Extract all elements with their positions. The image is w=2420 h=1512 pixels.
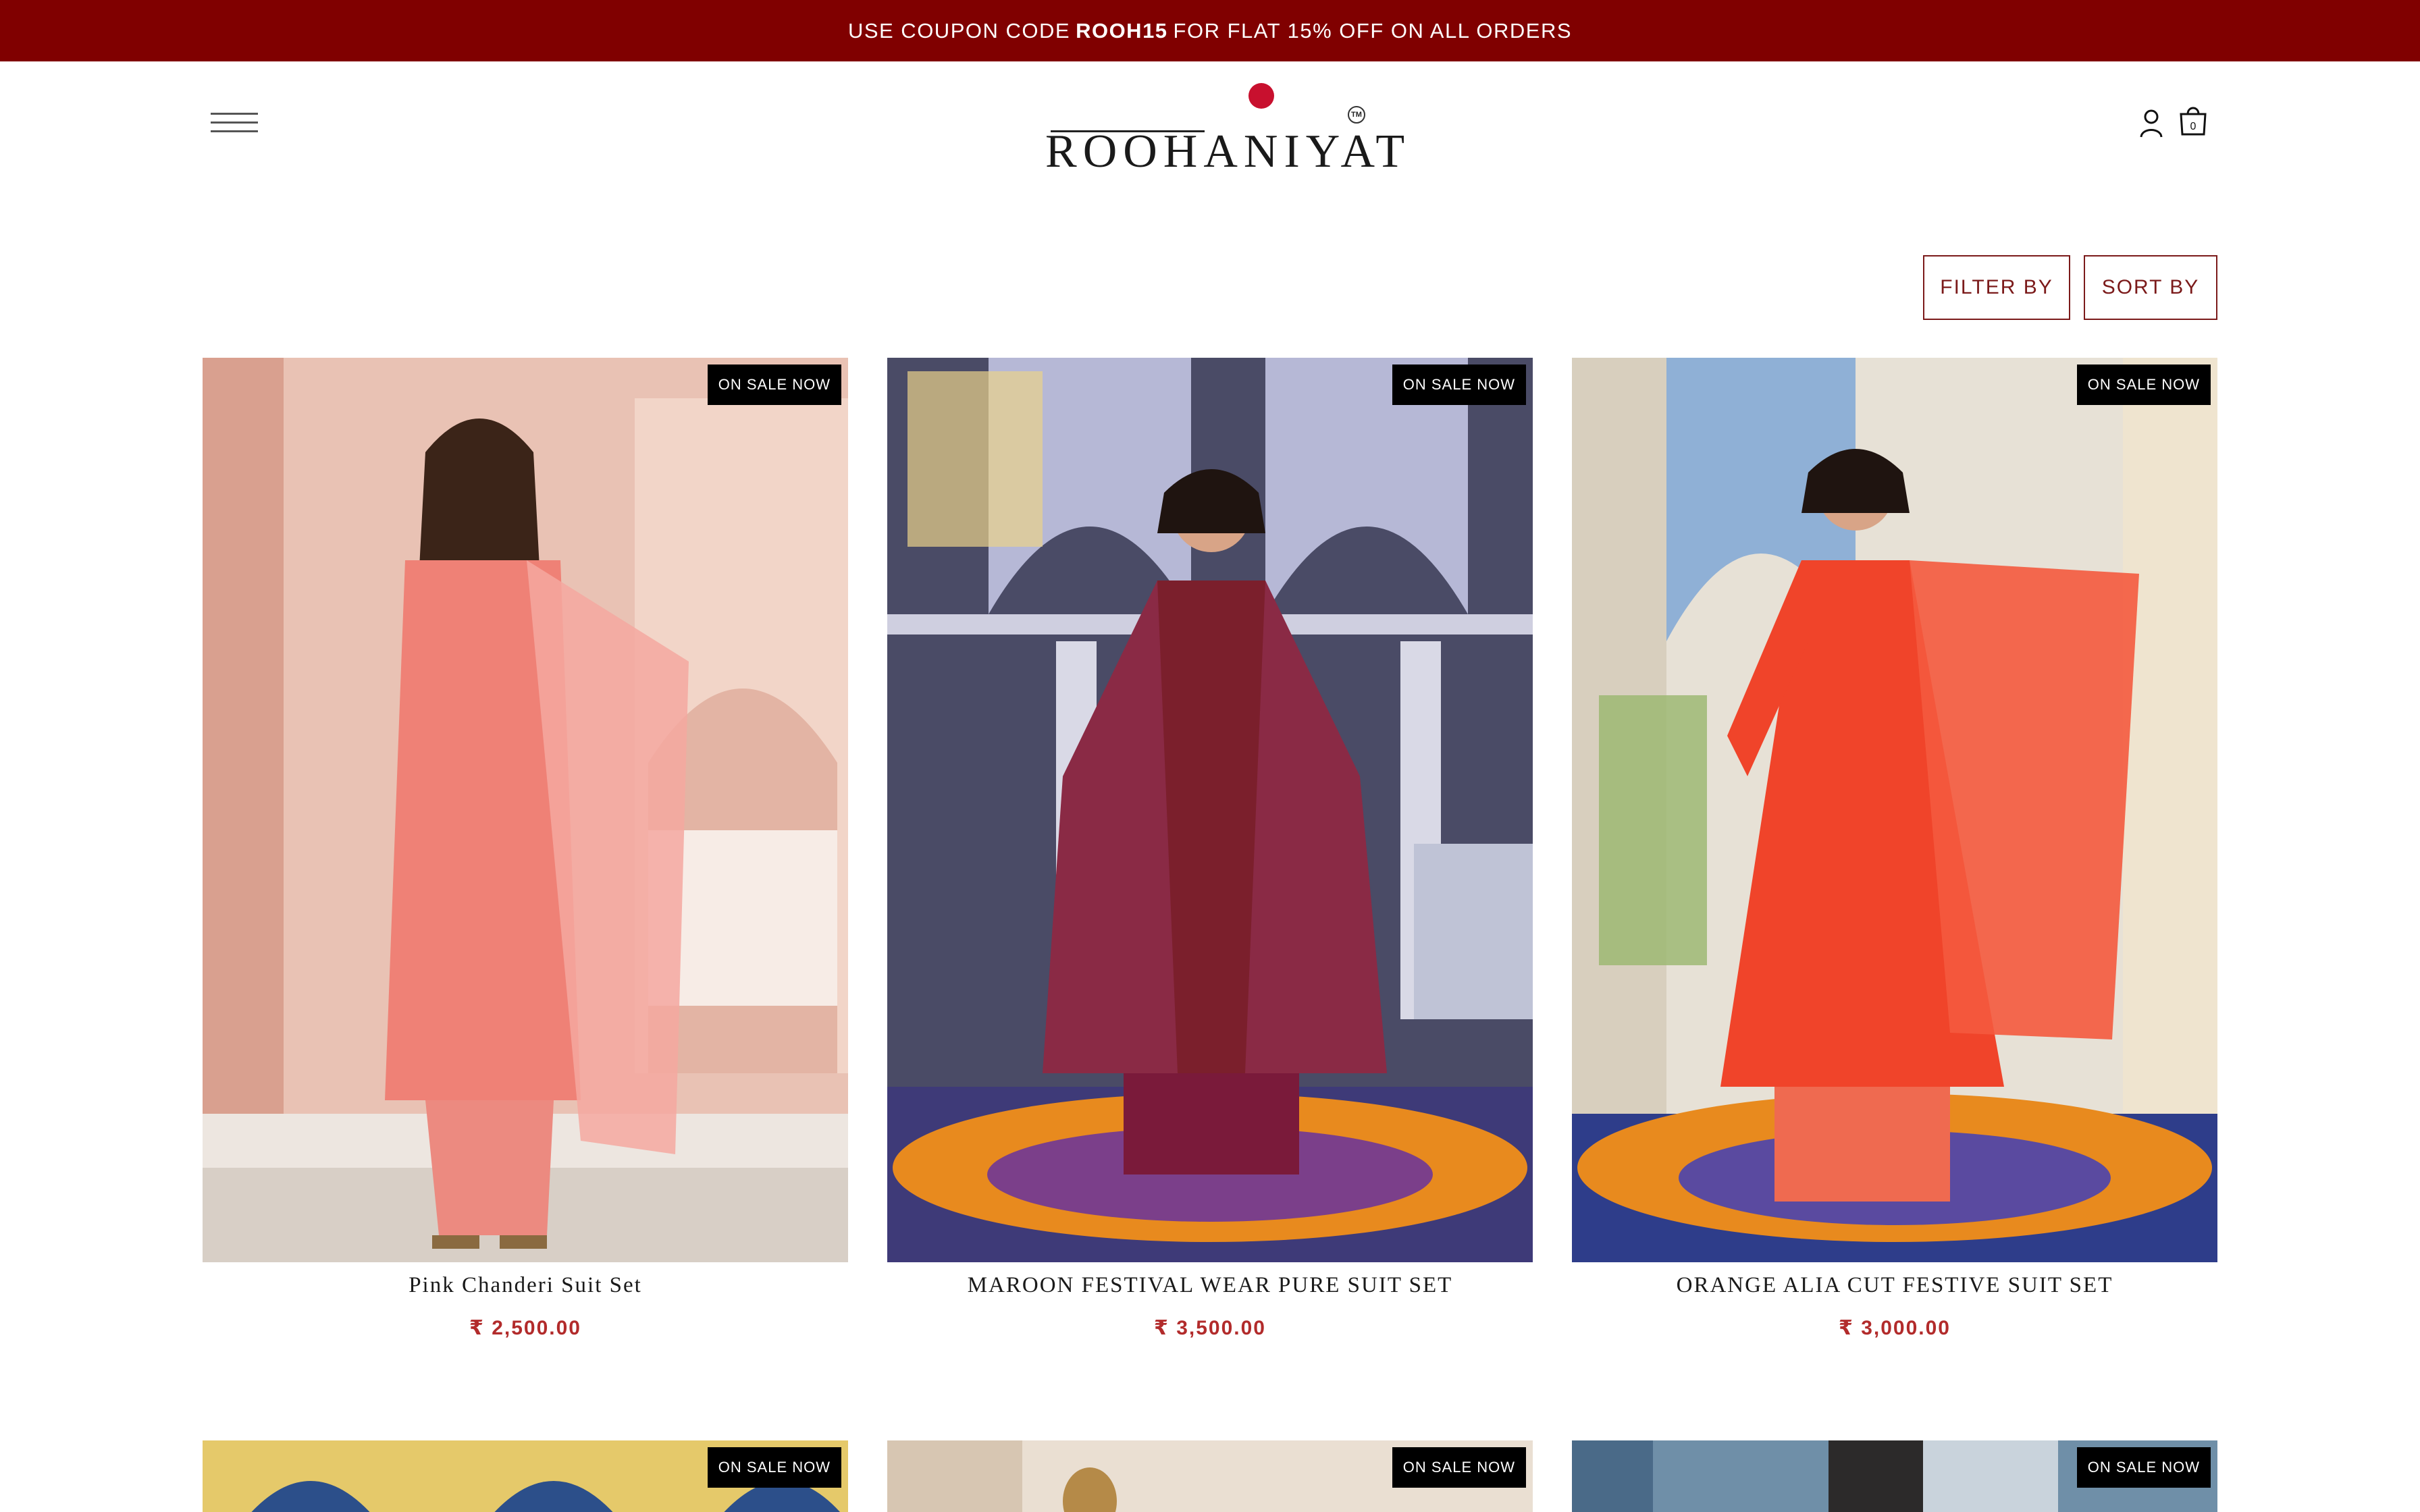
product-image[interactable]: ON SALE NOW (887, 1440, 1533, 1512)
sale-badge: ON SALE NOW (2076, 1447, 2211, 1488)
announcement-bar: USE COUPON CODE ROOH15 FOR FLAT 15% OFF … (0, 0, 2420, 61)
product-card[interactable]: ON SALE NOW ORANGE ALIA CUT FESTIVE SUIT… (1572, 358, 2217, 1339)
site-header: ROOHANIYAT TM 0 (0, 61, 2420, 186)
product-card[interactable]: ON SALE NOW (1572, 1440, 2217, 1512)
product-price: ₹ 3,000.00 (1839, 1317, 1951, 1339)
product-image[interactable]: ON SALE NOW (1572, 1440, 2217, 1512)
announcement-prefix: USE COUPON CODE (847, 18, 1071, 43)
logo-trademark: TM (1348, 106, 1365, 124)
logo-dot (1248, 83, 1274, 109)
product-card[interactable]: ON SALE NOW Pink Chanderi Suit Set ₹ 2,5… (203, 358, 848, 1339)
product-title[interactable]: MAROON FESTIVAL WEAR PURE SUIT SET (887, 1273, 1533, 1298)
product-card[interactable]: ON SALE NOW (203, 1440, 848, 1512)
coupon-code: ROOH15 (1076, 18, 1168, 43)
product-image[interactable]: ON SALE NOW (203, 1440, 848, 1512)
filter-button[interactable]: FILTER BY (1923, 255, 2070, 320)
user-icon[interactable] (2139, 109, 2163, 138)
product-image[interactable]: ON SALE NOW (203, 358, 848, 1262)
product-card[interactable]: ON SALE NOW MAROON FESTIVAL WEAR PURE SU… (887, 358, 1533, 1339)
sale-badge: ON SALE NOW (1392, 364, 1526, 405)
product-title[interactable]: Pink Chanderi Suit Set (203, 1273, 848, 1298)
logo-text: ROOHANIYAT (1045, 126, 1411, 178)
sort-button[interactable]: SORT BY (2084, 255, 2217, 320)
sale-badge: ON SALE NOW (707, 1447, 841, 1488)
sale-badge: ON SALE NOW (707, 364, 841, 405)
product-image[interactable]: ON SALE NOW (887, 358, 1533, 1262)
product-image[interactable]: ON SALE NOW (1572, 358, 2217, 1262)
sale-badge: ON SALE NOW (2076, 364, 2211, 405)
announcement-suffix: FOR FLAT 15% OFF ON ALL ORDERS (1173, 18, 1573, 43)
product-price: ₹ 3,500.00 (1154, 1317, 1266, 1339)
product-title[interactable]: ORANGE ALIA CUT FESTIVE SUIT SET (1572, 1273, 2217, 1298)
product-price: ₹ 2,500.00 (469, 1317, 581, 1339)
cart-count: 0 (2190, 121, 2197, 132)
hamburger-icon[interactable] (211, 111, 259, 134)
product-card[interactable]: ON SALE NOW (887, 1440, 1533, 1512)
sale-badge: ON SALE NOW (1392, 1447, 1526, 1488)
shopping-bag-icon[interactable]: 0 (2177, 105, 2209, 136)
brand-logo[interactable]: ROOHANIYAT TM (1045, 83, 1404, 178)
